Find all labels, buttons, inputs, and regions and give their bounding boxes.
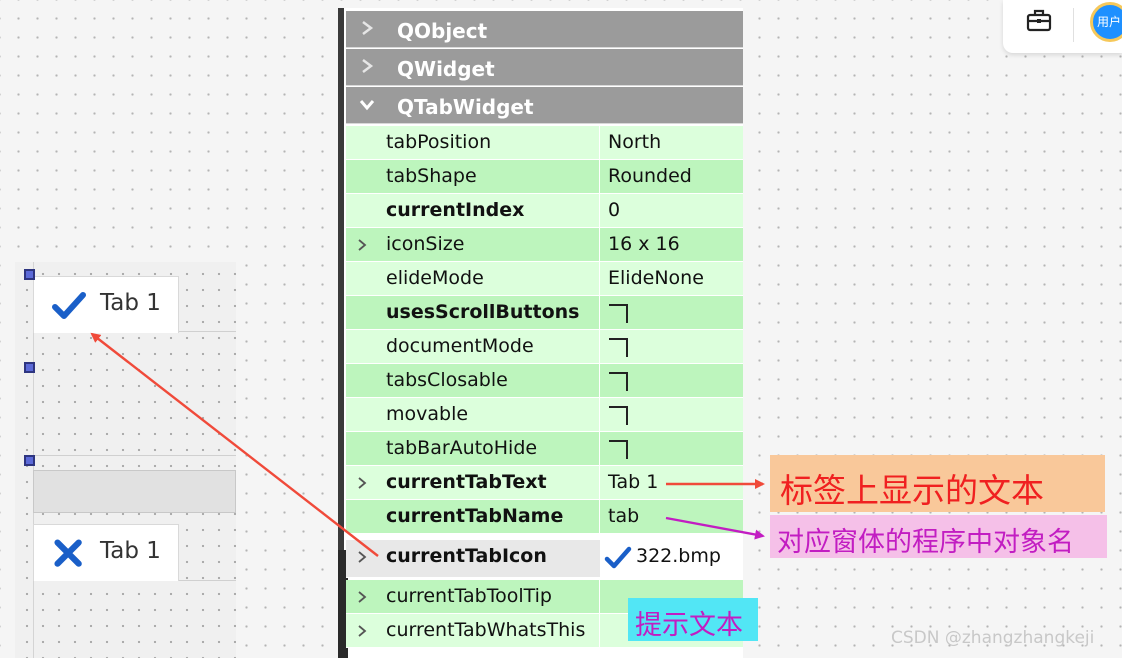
property-row-usesscrollbuttons[interactable]: usesScrollButtons — [346, 296, 743, 330]
property-name: tabBarAutoHide — [386, 437, 538, 459]
chevron-right-icon[interactable] — [358, 18, 376, 38]
column-divider — [599, 432, 600, 465]
property-value[interactable]: tab — [608, 505, 639, 527]
x-icon — [54, 539, 82, 567]
column-divider — [599, 466, 600, 499]
property-name: currentTabIcon — [386, 545, 547, 567]
annotation-tooltip: 提示文本 — [628, 598, 758, 641]
checkbox[interactable] — [608, 439, 629, 460]
column-divider — [599, 262, 600, 295]
property-value[interactable]: Tab 1 — [608, 471, 658, 493]
column-divider — [599, 364, 600, 397]
expand-arrow-icon[interactable] — [356, 237, 368, 253]
property-name: currentTabToolTip — [386, 585, 552, 607]
property-row-currentindex[interactable]: currentIndex 0 — [346, 194, 743, 228]
property-name: currentIndex — [386, 199, 525, 221]
avatar[interactable]: 用户 — [1090, 2, 1122, 42]
property-name: documentMode — [386, 335, 534, 357]
property-row-tabposition[interactable]: tabPosition North — [346, 126, 743, 160]
property-value[interactable]: 0 — [608, 199, 620, 221]
annotation-object-name: 对应窗体的程序中对象名 — [770, 515, 1107, 558]
property-name: tabShape — [386, 165, 477, 187]
expand-arrow-icon[interactable] — [356, 589, 368, 605]
column-divider — [599, 296, 600, 329]
group-qobject[interactable]: QObject — [346, 11, 743, 48]
property-name: tabsClosable — [386, 369, 508, 391]
property-row-tabshape[interactable]: tabShape Rounded — [346, 160, 743, 194]
property-name: currentTabWhatsThis — [386, 619, 586, 641]
column-divider — [599, 614, 600, 647]
selection-handle[interactable] — [24, 269, 35, 280]
group-label: QTabWidget — [397, 95, 534, 119]
group-label: QObject — [397, 19, 488, 43]
column-divider — [599, 580, 600, 613]
property-row-movable[interactable]: movable — [346, 398, 743, 432]
column-divider — [599, 228, 600, 261]
chevron-down-icon[interactable] — [358, 94, 376, 114]
tab-header-x[interactable]: Tab 1 — [33, 524, 179, 581]
selection-handle[interactable] — [24, 362, 35, 373]
expand-arrow-icon[interactable] — [356, 475, 368, 491]
column-divider — [599, 330, 600, 363]
property-value[interactable]: ElideNone — [608, 267, 704, 289]
property-editor-edge — [338, 8, 344, 550]
group-qwidget[interactable]: QWidget — [346, 49, 743, 86]
property-name: tabPosition — [386, 131, 492, 153]
property-name: currentTabName — [386, 505, 564, 527]
expand-arrow-icon[interactable] — [356, 623, 368, 639]
property-name: currentTabText — [386, 471, 547, 493]
chevron-right-icon[interactable] — [358, 56, 376, 76]
property-value[interactable]: 16 x 16 — [608, 233, 680, 255]
tab-widget-bar[interactable] — [33, 470, 236, 513]
property-row-currenttabtext[interactable]: currentTabText Tab 1 — [346, 466, 743, 500]
group-label: QWidget — [397, 57, 495, 81]
checkbox[interactable] — [608, 337, 629, 358]
group-qtabwidget[interactable]: QTabWidget — [346, 87, 743, 124]
toolbox-icon[interactable] — [1025, 8, 1053, 34]
checkbox[interactable] — [608, 303, 629, 324]
column-divider — [599, 398, 600, 431]
property-value: 322.bmp — [636, 545, 721, 567]
property-value[interactable]: North — [608, 131, 661, 153]
selection-handle[interactable] — [24, 455, 35, 466]
property-name: elideMode — [386, 267, 484, 289]
property-row-elidemode[interactable]: elideMode ElideNone — [346, 262, 743, 296]
property-row-tabbarautohide[interactable]: tabBarAutoHide — [346, 432, 743, 466]
icon-value-cell[interactable]: 322.bmp — [600, 540, 743, 578]
property-row-currenttabname[interactable]: currentTabName tab — [346, 500, 743, 534]
checkbox[interactable] — [608, 405, 629, 426]
expand-arrow-icon[interactable] — [356, 549, 368, 565]
check-icon — [604, 546, 632, 569]
checkbox[interactable] — [608, 371, 629, 392]
property-row-iconsize[interactable]: iconSize 16 x 16 — [346, 228, 743, 262]
column-divider — [599, 500, 600, 533]
annotation-tab-text: 标签上显示的文本 — [770, 455, 1105, 512]
property-name: usesScrollButtons — [386, 301, 580, 323]
property-row-documentmode[interactable]: documentMode — [346, 330, 743, 364]
property-value[interactable]: Rounded — [608, 165, 692, 187]
property-name: movable — [386, 403, 469, 425]
property-row-tabsclosable[interactable]: tabsClosable — [346, 364, 743, 398]
property-name: iconSize — [386, 233, 465, 255]
tab-label: Tab 1 — [100, 538, 161, 564]
check-icon — [52, 292, 86, 319]
property-row-currenttabicon[interactable]: currentTabIcon 322.bmp — [346, 540, 743, 578]
tab-header-checked[interactable]: Tab 1 — [33, 276, 179, 333]
top-toolbar: 用户 — [1003, 0, 1122, 53]
column-divider — [599, 126, 600, 159]
toolbar-separator — [1073, 8, 1074, 42]
tab-label: Tab 1 — [100, 290, 161, 316]
column-divider — [599, 160, 600, 193]
column-divider — [599, 194, 600, 227]
watermark: CSDN @zhangzhangkeji — [891, 628, 1095, 648]
tab-widget-pane-border — [33, 455, 236, 456]
